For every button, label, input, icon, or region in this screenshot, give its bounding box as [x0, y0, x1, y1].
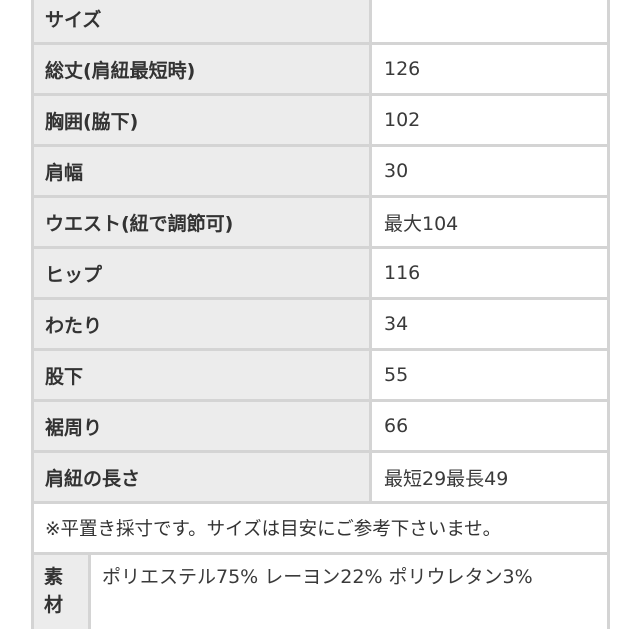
table-row-hip: ヒップ 116	[34, 249, 607, 297]
table-row-chest: 胸囲(脇下) 102	[34, 96, 607, 144]
table-row-size: サイズ	[34, 0, 607, 42]
row-label: 裾周り	[34, 402, 369, 450]
material-value: ポリエステル75% レーヨン22% ポリウレタン3%	[91, 555, 607, 629]
table-row-shoulder-width: 肩幅 30	[34, 147, 607, 195]
row-label: ウエスト(紐で調節可)	[34, 198, 369, 246]
row-label: わたり	[34, 300, 369, 348]
row-label: 肩幅	[34, 147, 369, 195]
row-value: 66	[372, 402, 607, 450]
row-label: 総丈(肩紐最短時)	[34, 45, 369, 93]
material-row: 素材 ポリエステル75% レーヨン22% ポリウレタン3%	[34, 555, 607, 629]
table-row-strap-length: 肩紐の長さ 最短29最長49	[34, 453, 607, 501]
row-value: 126	[372, 45, 607, 93]
row-value: 34	[372, 300, 607, 348]
table-row-inseam: 股下 55	[34, 351, 607, 399]
row-label: サイズ	[34, 0, 369, 42]
table-row-thigh: わたり 34	[34, 300, 607, 348]
material-label: 素材	[34, 555, 88, 629]
row-label: 肩紐の長さ	[34, 453, 369, 501]
size-table: サイズ 総丈(肩紐最短時) 126 胸囲(脇下) 102 肩幅 30 ウエスト(…	[31, 0, 610, 629]
row-value: 102	[372, 96, 607, 144]
table-row-hem: 裾周り 66	[34, 402, 607, 450]
row-value: 116	[372, 249, 607, 297]
row-value: 最大104	[372, 198, 607, 246]
row-value: 30	[372, 147, 607, 195]
row-label: 股下	[34, 351, 369, 399]
row-value: 最短29最長49	[372, 453, 607, 501]
table-row-waist: ウエスト(紐で調節可) 最大104	[34, 198, 607, 246]
row-value: 55	[372, 351, 607, 399]
measurement-note: ※平置き採寸です。サイズは目安にご参考下さいませ。	[34, 504, 607, 552]
row-label: 胸囲(脇下)	[34, 96, 369, 144]
row-value	[372, 0, 607, 42]
row-label: ヒップ	[34, 249, 369, 297]
table-row-total-length: 総丈(肩紐最短時) 126	[34, 45, 607, 93]
material-label-text: 素材	[44, 566, 64, 616]
